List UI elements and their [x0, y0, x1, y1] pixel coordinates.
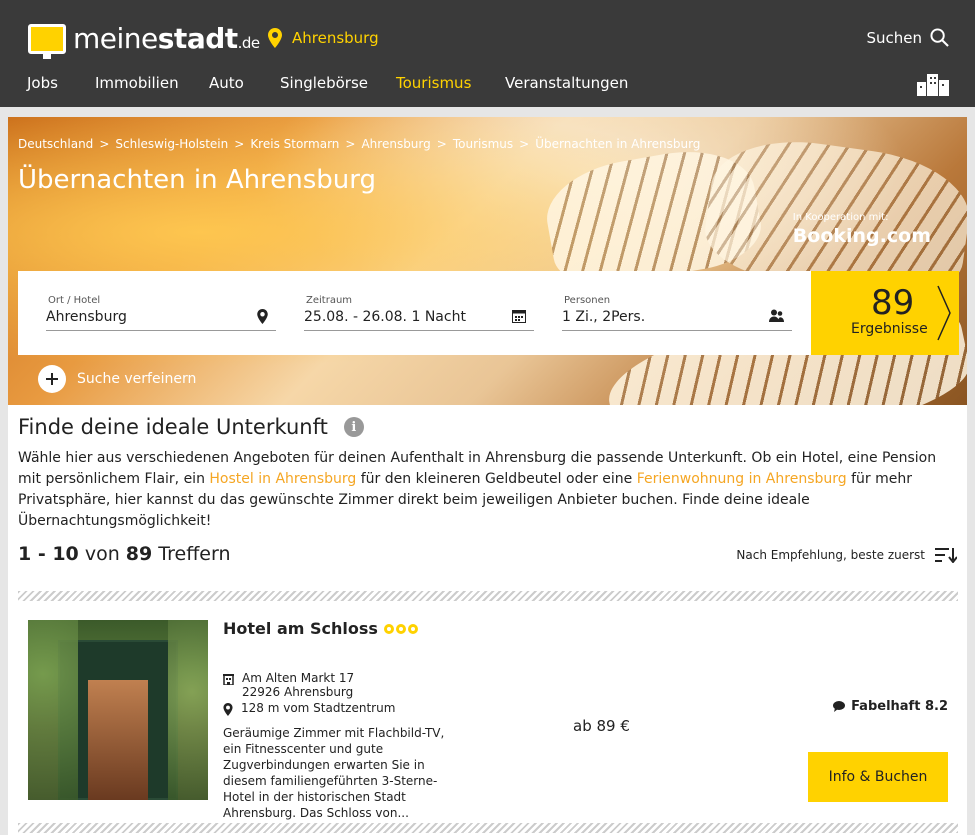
hotel-address: Am Alten Markt 17 22926 Ahrensburg: [223, 671, 354, 699]
persons-icon: [769, 309, 784, 322]
logo-tv-icon: [28, 23, 66, 59]
sort-icon: [935, 548, 957, 563]
plus-icon: [38, 365, 66, 393]
search-button[interactable]: Suchen: [866, 28, 949, 47]
speech-bubble-icon: [833, 701, 846, 712]
hotel-name[interactable]: Hotel am Schloss: [223, 619, 420, 638]
star-icon: [383, 623, 394, 634]
intro-heading: Finde deine ideale Unterkunft i: [18, 415, 364, 439]
star-icon: [407, 623, 418, 634]
location-field-value[interactable]: Ahrensburg: [46, 309, 276, 325]
intro-text: Wähle hier aus verschiedenen Angeboten f…: [18, 450, 937, 529]
breadcrumb-item[interactable]: Deutschland: [18, 137, 93, 151]
review-rating: Fabelhaft 8.2: [833, 699, 948, 714]
persons-field[interactable]: Personen 1 Zi., 2Pers.: [562, 295, 792, 331]
sort-label: Nach Empfehlung, beste zuerst: [736, 548, 925, 562]
nav-item-auto[interactable]: Auto: [209, 74, 244, 92]
results-summary: 1 - 10 von 89 Treffern: [18, 543, 231, 565]
map-pin-icon: [268, 28, 282, 48]
search-icon: [930, 28, 949, 47]
hero-banner: Deutschland > Schleswig-Holstein > Kreis S…: [8, 117, 967, 405]
cooperation-badge: In Kooperation mit: Booking.com: [793, 212, 931, 247]
site-logo[interactable]: meinestadt.de: [28, 22, 260, 59]
hotel-city: 22926 Ahrensburg: [242, 685, 354, 699]
hotel-price: ab 89 €: [573, 717, 630, 735]
location-field-label: Ort / Hotel: [48, 295, 101, 306]
cooperation-label: In Kooperation mit:: [792, 212, 889, 223]
hostel-link[interactable]: Hostel in Ahrensburg: [209, 471, 356, 487]
hotel-street: Am Alten Markt 17: [242, 671, 355, 685]
location-label: Ahrensburg: [292, 29, 379, 47]
refine-search-button[interactable]: Suche verfeinern: [38, 365, 196, 393]
location-field[interactable]: Ort / Hotel Ahrensburg: [46, 295, 276, 331]
nav-item-jobs[interactable]: Jobs: [27, 74, 58, 92]
page-title: Übernachten in Ahrensburg: [18, 165, 376, 195]
refine-search-label: Suche verfeinern: [77, 371, 197, 387]
persons-label: Personen: [564, 295, 611, 306]
info-book-button[interactable]: Info & Buchen: [808, 752, 948, 802]
breadcrumb-item[interactable]: Schleswig-Holstein: [115, 137, 228, 151]
date-range-label: Zeitraum: [306, 295, 353, 306]
breadcrumb-item-current: Übernachten in Ahrensburg: [535, 137, 701, 151]
breadcrumb-item[interactable]: Ahrensburg: [361, 137, 430, 151]
sort-selector[interactable]: Nach Empfehlung, beste zuerst: [736, 547, 957, 563]
nav-item-tourismus[interactable]: Tourismus: [396, 74, 471, 92]
map-pin-icon: [223, 703, 233, 716]
breadcrumb-item[interactable]: Kreis Stormarn: [250, 137, 339, 151]
search-form: Ort / Hotel Ahrensburg Zeitraum 25.08. -…: [18, 271, 811, 355]
breadcrumb: Deutschland > Schleswig-Holstein > Kreis S…: [18, 137, 701, 151]
nav-item-immobilien[interactable]: Immobilien: [95, 74, 179, 92]
building-icon: [223, 674, 234, 685]
city-skyline-icon[interactable]: [917, 72, 949, 96]
hotel-distance: 128 m vom Stadtzentrum: [223, 701, 395, 716]
results-count: 89: [871, 283, 915, 323]
persons-value[interactable]: 1 Zi., 2Pers.: [562, 309, 792, 325]
date-range-field[interactable]: Zeitraum 25.08. - 26.08. 1 Nacht: [304, 295, 534, 331]
results-button[interactable]: 89 Ergebnisse: [811, 271, 959, 355]
date-range-value[interactable]: 25.08. - 26.08. 1 Nacht: [304, 309, 534, 325]
divider: [18, 823, 958, 833]
site-header: meinestadt.de Ahrensburg Suchen Jobs Imm…: [0, 0, 975, 107]
booking-logo: Booking.com: [792, 225, 931, 247]
hotel-description: Geräumige Zimmer mit Flachbild-TV, ein F…: [223, 726, 445, 820]
ferienwohnung-link[interactable]: Ferienwohnung in Ahrensburg: [637, 471, 847, 487]
location-selector[interactable]: Ahrensburg: [268, 28, 379, 48]
hotel-photo[interactable]: [28, 620, 208, 800]
map-pin-icon: [257, 309, 268, 324]
info-icon[interactable]: i: [343, 417, 364, 437]
star-rating: [383, 623, 420, 634]
main-content: Finde deine ideale Unterkunft i Wähle hi…: [8, 405, 967, 835]
nav-item-singleboerse[interactable]: Singlebörse: [280, 74, 368, 92]
nav-item-veranstaltungen[interactable]: Veranstaltungen: [505, 74, 628, 92]
calendar-icon: [512, 310, 526, 323]
search-label: Suchen: [866, 28, 922, 47]
star-icon: [395, 623, 406, 634]
breadcrumb-item[interactable]: Tourismus: [453, 137, 513, 151]
results-label: Ergebnisse: [851, 321, 928, 337]
chevron-right-icon: [937, 285, 951, 341]
divider: [18, 591, 958, 601]
